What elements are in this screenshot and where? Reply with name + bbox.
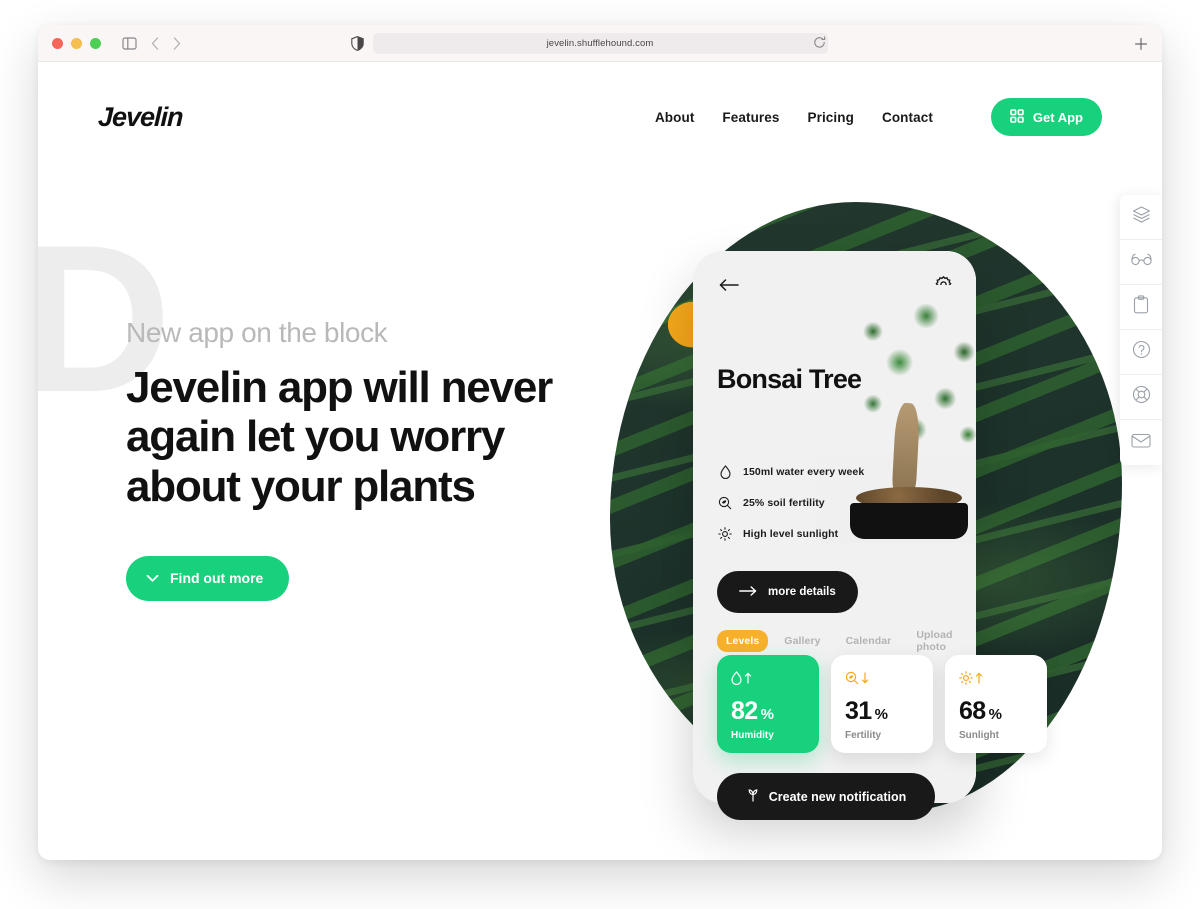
reload-icon[interactable]: [813, 36, 826, 49]
phone-app-header: Bonsai Tree 150ml water every week 25% s…: [693, 251, 976, 543]
back-chevron-icon[interactable]: [151, 36, 159, 50]
site-logo[interactable]: Jevelin: [97, 102, 183, 133]
metric-card-fertility[interactable]: 31 % Fertility: [831, 655, 933, 753]
metric-cards: 82 % Humidity 31 % Fertility 68 % Sunlig…: [717, 655, 1047, 753]
layers-icon: [1132, 205, 1151, 229]
find-out-more-label: Find out more: [170, 570, 264, 587]
stat-row-sunlight: High level sunlight: [717, 518, 864, 549]
get-app-button[interactable]: Get App: [990, 98, 1102, 136]
arrow-right-icon: [739, 585, 757, 599]
hero-eyebrow: New app on the block: [126, 317, 388, 348]
lifebuoy-icon: [1132, 385, 1151, 409]
web-page: D Jevelin About Features Pricing Contact: [38, 62, 1162, 860]
maximize-window-button[interactable]: [90, 37, 101, 49]
stat-water-label: 150ml water every week: [743, 465, 865, 478]
plant-title: Bonsai Tree: [717, 364, 862, 394]
stat-sunlight-label: High level sunlight: [743, 527, 839, 540]
metric-sunlight-unit: %: [988, 706, 1002, 723]
rail-item-glasses[interactable]: [1120, 240, 1162, 285]
phone-tabs: Levels Gallery Calendar Upload photo: [717, 624, 976, 658]
more-details-label: more details: [768, 586, 836, 598]
glasses-icon: [1130, 253, 1152, 271]
tab-gallery[interactable]: Gallery: [775, 630, 829, 652]
rail-item-help[interactable]: [1120, 330, 1162, 375]
soil-fertility-icon: [845, 668, 933, 688]
metric-sunlight-label: Sunlight: [959, 730, 999, 741]
tab-calendar[interactable]: Calendar: [837, 630, 901, 652]
browser-window: jevelin.shufflehound.com D Jevelin About…: [38, 25, 1162, 860]
nav-item-features[interactable]: Features: [722, 110, 779, 125]
main-navigation: About Features Pricing Contact Get App: [655, 98, 1102, 136]
sun-icon: [717, 526, 733, 541]
plant-trunk: [891, 402, 921, 496]
clipboard-icon: [1133, 295, 1149, 319]
stat-row-water: 150ml water every week: [717, 456, 864, 487]
metric-fertility-unit: %: [874, 706, 888, 723]
metric-humidity-value: 82: [731, 697, 758, 725]
trend-down-arrow-icon: [861, 672, 869, 684]
trend-up-arrow-icon: [975, 672, 983, 684]
rail-item-clipboard[interactable]: [1120, 285, 1162, 330]
metric-humidity-unit: %: [760, 706, 774, 723]
nav-item-about[interactable]: About: [655, 110, 694, 125]
find-out-more-button[interactable]: Find out more: [126, 555, 290, 601]
create-notification-button[interactable]: Create new notification: [717, 773, 935, 820]
tab-upload-photo[interactable]: Upload photo: [907, 624, 976, 658]
metric-card-humidity[interactable]: 82 % Humidity: [717, 655, 819, 753]
side-rail: [1120, 195, 1162, 465]
more-details-button[interactable]: more details: [717, 571, 858, 613]
new-tab-plus-icon[interactable]: [1134, 37, 1148, 51]
metric-sunlight-value: 68: [959, 697, 986, 725]
window-traffic-lights: [52, 37, 101, 49]
help-circle-icon: [1132, 340, 1151, 364]
site-header: Jevelin About Features Pricing Contact G…: [38, 62, 1162, 172]
forward-chevron-icon[interactable]: [173, 36, 181, 50]
address-bar-url: jevelin.shufflehound.com: [546, 37, 654, 49]
phone-mockup: Bonsai Tree 150ml water every week 25% s…: [693, 251, 1047, 820]
stat-fertility-label: 25% soil fertility: [743, 496, 825, 509]
mail-icon: [1131, 433, 1151, 453]
arrow-left-icon[interactable]: [719, 278, 739, 296]
hero-section: New app on the block Jevelin app will ne…: [126, 317, 596, 601]
metric-card-sunlight[interactable]: 68 % Sunlight: [945, 655, 1047, 753]
stat-row-fertility: 25% soil fertility: [717, 487, 864, 518]
metric-fertility-value: 31: [845, 697, 872, 725]
privacy-shield-icon[interactable]: [351, 36, 364, 51]
metric-fertility-label: Fertility: [845, 730, 882, 741]
minimize-window-button[interactable]: [71, 37, 82, 49]
sidebar-toggle-icon[interactable]: [122, 36, 137, 50]
address-bar[interactable]: jevelin.shufflehound.com: [372, 32, 828, 54]
nav-item-contact[interactable]: Contact: [882, 110, 933, 125]
sprout-icon: [746, 788, 760, 805]
tab-levels[interactable]: Levels: [717, 630, 769, 652]
soil-fertility-icon: [717, 496, 733, 510]
create-notification-label: Create new notification: [768, 789, 907, 804]
rail-item-support[interactable]: [1120, 375, 1162, 420]
chevron-down-icon: [146, 570, 159, 586]
get-app-label: Get App: [1032, 109, 1083, 125]
nav-item-pricing[interactable]: Pricing: [808, 110, 854, 125]
plant-stats-list: 150ml water every week 25% soil fertilit…: [717, 456, 864, 549]
water-drop-icon: [731, 668, 819, 688]
trend-up-arrow-icon: [744, 672, 752, 684]
plant-pot: [850, 503, 968, 539]
browser-toolbar: jevelin.shufflehound.com: [38, 25, 1162, 62]
rail-item-mail[interactable]: [1120, 420, 1162, 465]
rail-item-layers[interactable]: [1120, 195, 1162, 240]
grid-icon: [1010, 108, 1024, 126]
hero-headline: Jevelin app will never again let you wor…: [126, 363, 553, 511]
close-window-button[interactable]: [52, 37, 63, 49]
sun-icon: [959, 668, 1047, 688]
metric-humidity-label: Humidity: [731, 730, 774, 741]
water-drop-icon: [717, 464, 733, 479]
